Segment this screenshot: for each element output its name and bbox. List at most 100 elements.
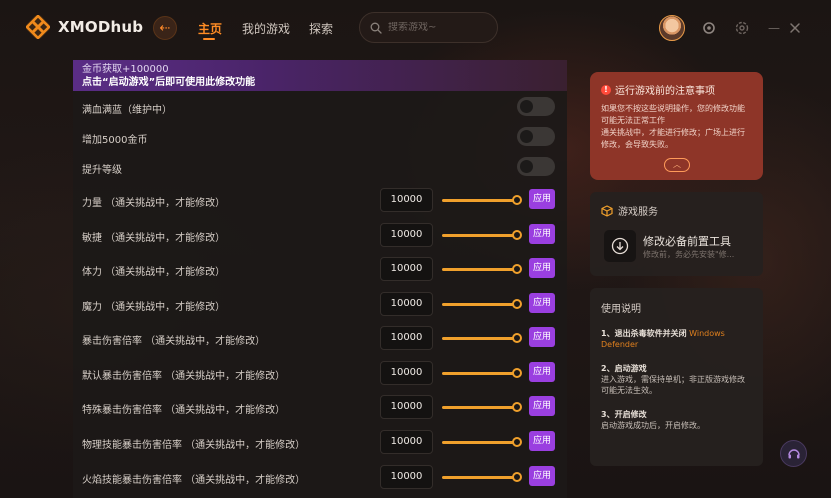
service-tool-icon-box[interactable] bbox=[604, 230, 636, 262]
notice-text: 如果您不按这些说明操作，您的修改功能可能无法正常工作 bbox=[601, 104, 745, 125]
slider-row: 火焰技能暴击伤害倍率 （通关挑战中，才能修改） 10000 应用 bbox=[73, 461, 567, 495]
guide-step: 3、开启修改 启动游戏成功后，开启修改。 bbox=[601, 409, 752, 431]
toggle-label: 提升等级 bbox=[82, 165, 122, 176]
slider-track[interactable] bbox=[442, 476, 518, 479]
slider-row: 敏捷 （通关挑战中，才能修改） 10000 应用 bbox=[73, 219, 567, 253]
slider-handle[interactable] bbox=[512, 437, 522, 447]
slider-handle[interactable] bbox=[512, 230, 522, 240]
slider-track[interactable] bbox=[442, 337, 518, 340]
service-header: 游戏服务 bbox=[601, 203, 658, 218]
value-input[interactable]: 10000 bbox=[380, 361, 433, 385]
feature-banner: 金币获取+100000 点击“启动游戏”后即可使用此修改功能 bbox=[73, 60, 567, 91]
guide-step: 1、退出杀毒软件并关闭 Windows Defender bbox=[601, 328, 752, 350]
toggle-row: 增加5000金币 bbox=[73, 121, 567, 155]
step-body: 启动游戏成功后，开启修改。 bbox=[601, 421, 705, 430]
search-input[interactable] bbox=[388, 22, 484, 33]
slider-track[interactable] bbox=[442, 372, 518, 375]
step-title: 2、启动游戏 bbox=[601, 364, 647, 373]
apply-button[interactable]: 应用 bbox=[529, 466, 555, 486]
slider-label: 物理技能暴击伤害倍率 （通关挑战中，才能修改） bbox=[82, 440, 306, 451]
slider-handle[interactable] bbox=[512, 264, 522, 274]
app-logo[interactable]: XMODhub bbox=[26, 15, 143, 39]
slider-handle[interactable] bbox=[512, 368, 522, 378]
notification-icon[interactable] bbox=[701, 20, 717, 36]
usage-guide-card: 使用说明 1、退出杀毒软件并关闭 Windows Defender 2、启动游戏… bbox=[590, 288, 763, 466]
slider-handle[interactable] bbox=[512, 299, 522, 309]
slider-handle[interactable] bbox=[512, 472, 522, 482]
step-body: 进入游戏，需保持单机；非正版游戏修改可能无法生效。 bbox=[601, 375, 745, 395]
apply-button[interactable]: 应用 bbox=[529, 189, 555, 209]
value-input[interactable]: 10000 bbox=[380, 465, 433, 489]
chevron-up-icon: ︿ bbox=[673, 160, 681, 169]
apply-button[interactable]: 应用 bbox=[529, 362, 555, 382]
slider-label: 敏捷 （通关挑战中，才能修改） bbox=[82, 233, 226, 244]
nav-explore[interactable]: 探索 bbox=[309, 20, 333, 37]
toggle-label: 增加5000金币 bbox=[82, 135, 148, 146]
avatar[interactable] bbox=[659, 15, 685, 41]
top-bar: XMODhub ⇠ 主页 我的游戏 探索 — bbox=[0, 0, 831, 56]
slider-label: 特殊暴击伤害倍率 （通关挑战中，才能修改） bbox=[82, 405, 286, 416]
apply-button[interactable]: 应用 bbox=[529, 258, 555, 278]
nav-my-games[interactable]: 我的游戏 bbox=[242, 20, 290, 37]
settings-icon[interactable] bbox=[734, 20, 750, 36]
banner-title: 金币获取+100000 bbox=[82, 64, 169, 75]
notice-text: 通关挑战中，才能进行修改；广场上进行修改，会导致失败。 bbox=[601, 128, 745, 149]
slider-track[interactable] bbox=[442, 199, 518, 202]
arrow-left-icon: ⇠ bbox=[159, 20, 171, 36]
slider-handle[interactable] bbox=[512, 402, 522, 412]
guide-step: 2、启动游戏 进入游戏，需保持单机；非正版游戏修改可能无法生效。 bbox=[601, 363, 752, 396]
slider-track[interactable] bbox=[442, 268, 518, 271]
toggle-knob bbox=[520, 130, 533, 143]
slider-row: 物理技能暴击伤害倍率 （通关挑战中，才能修改） 10000 应用 bbox=[73, 426, 567, 460]
nav-active-indicator bbox=[203, 38, 215, 40]
slider-row: 体力 （通关挑战中，才能修改） 10000 应用 bbox=[73, 253, 567, 287]
slider-label: 火焰技能暴击伤害倍率 （通关挑战中，才能修改） bbox=[82, 475, 306, 486]
support-button[interactable] bbox=[780, 440, 807, 467]
slider-label: 体力 （通关挑战中，才能修改） bbox=[82, 267, 226, 278]
value-input[interactable]: 10000 bbox=[380, 292, 433, 316]
slider-track[interactable] bbox=[442, 406, 518, 409]
slider-label: 暴击伤害倍率 （通关挑战中，才能修改） bbox=[82, 336, 266, 347]
notice-header: ! 运行游戏前的注意事项 bbox=[601, 82, 752, 97]
apply-button[interactable]: 应用 bbox=[529, 224, 555, 244]
service-tool-name[interactable]: 修改必备前置工具 bbox=[643, 233, 731, 249]
close-icon[interactable] bbox=[787, 20, 803, 36]
toggle-row: 满血满蓝（维护中） bbox=[73, 91, 567, 125]
notice-card: ! 运行游戏前的注意事项 如果您不按这些说明操作，您的修改功能可能无法正常工作 … bbox=[590, 72, 763, 180]
notice-title: 运行游戏前的注意事项 bbox=[615, 86, 715, 97]
minimize-icon[interactable]: — bbox=[768, 20, 784, 36]
toggle-switch[interactable] bbox=[517, 127, 555, 146]
value-input[interactable]: 10000 bbox=[380, 188, 433, 212]
slider-label: 力量 （通关挑战中，才能修改） bbox=[82, 198, 226, 209]
value-input[interactable]: 10000 bbox=[380, 326, 433, 350]
logo-icon bbox=[26, 15, 50, 39]
headset-icon bbox=[787, 448, 800, 458]
app-name: XMODhub bbox=[58, 18, 144, 36]
apply-button[interactable]: 应用 bbox=[529, 396, 555, 416]
apply-button[interactable]: 应用 bbox=[529, 327, 555, 347]
toggle-switch[interactable] bbox=[517, 157, 555, 176]
slider-label: 魔力 （通关挑战中，才能修改） bbox=[82, 302, 226, 313]
value-input[interactable]: 10000 bbox=[380, 257, 433, 281]
search-box[interactable] bbox=[359, 12, 498, 43]
value-input[interactable]: 10000 bbox=[380, 395, 433, 419]
download-icon bbox=[611, 237, 629, 255]
value-input[interactable]: 10000 bbox=[380, 223, 433, 247]
apply-button[interactable]: 应用 bbox=[529, 431, 555, 451]
slider-label: 默认暴击伤害倍率 （通关挑战中，才能修改） bbox=[82, 371, 286, 382]
banner-hint: 点击“启动游戏”后即可使用此修改功能 bbox=[82, 77, 256, 88]
nav-home[interactable]: 主页 bbox=[198, 20, 222, 37]
toggle-knob bbox=[520, 160, 533, 173]
slider-track[interactable] bbox=[442, 303, 518, 306]
slider-handle[interactable] bbox=[512, 195, 522, 205]
notice-body: 如果您不按这些说明操作，您的修改功能可能无法正常工作 通关挑战中，才能进行修改；… bbox=[601, 103, 752, 151]
toggle-switch[interactable] bbox=[517, 97, 555, 116]
slider-track[interactable] bbox=[442, 234, 518, 237]
back-button[interactable]: ⇠ bbox=[153, 16, 177, 40]
slider-handle[interactable] bbox=[512, 333, 522, 343]
value-input[interactable]: 10000 bbox=[380, 430, 433, 454]
step-title: 3、开启修改 bbox=[601, 410, 647, 419]
slider-track[interactable] bbox=[442, 441, 518, 444]
apply-button[interactable]: 应用 bbox=[529, 293, 555, 313]
collapse-button[interactable]: ︿ bbox=[664, 158, 690, 172]
